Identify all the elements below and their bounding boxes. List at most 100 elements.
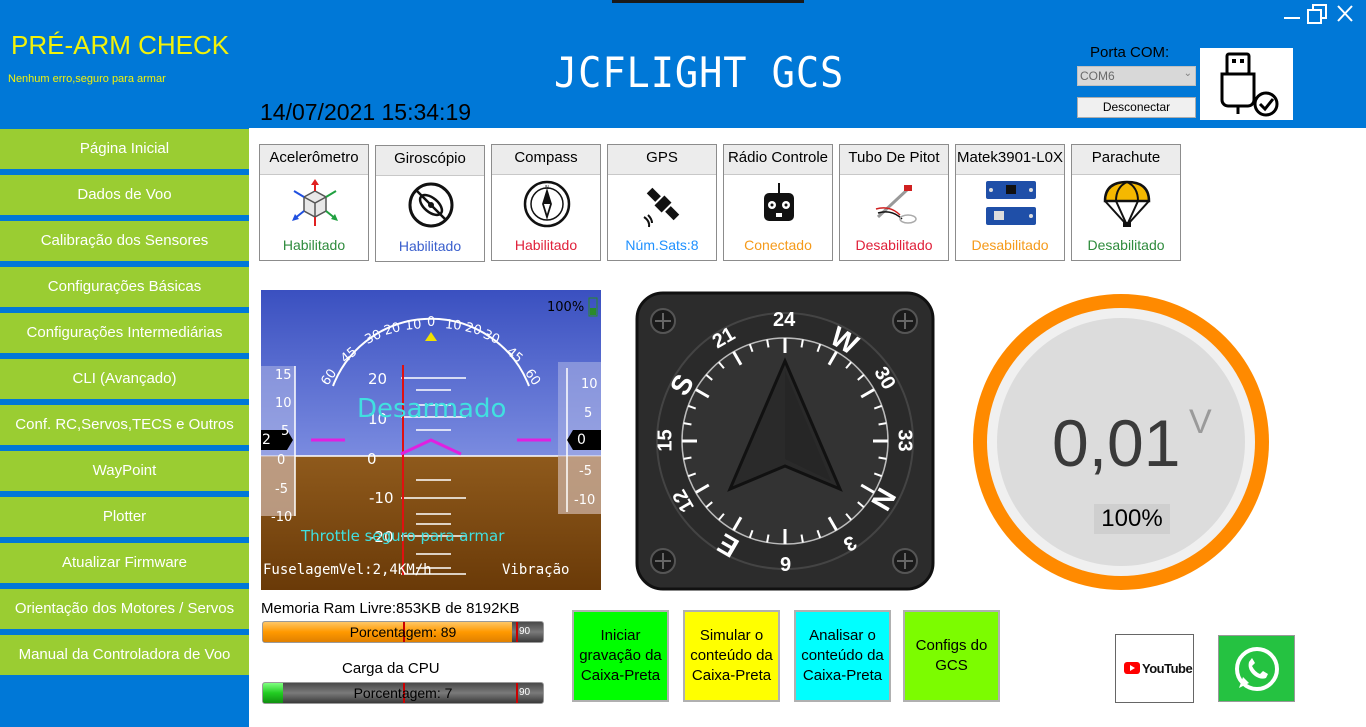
sidebar-item-config-intermediarias[interactable]: Configurações Intermediárias xyxy=(0,313,249,353)
roll-label: 0 xyxy=(427,315,436,330)
sidebar-item-plotter[interactable]: Plotter xyxy=(0,497,249,537)
roll-label: 10 xyxy=(444,317,463,334)
com-port-value: COM6 xyxy=(1080,69,1115,83)
sensor-card-parachute: Parachute Desabilitado xyxy=(1071,144,1181,261)
vibration-text: Vibração xyxy=(502,562,570,578)
sensor-status: Núm.Sats:8 xyxy=(625,237,699,253)
compass-tick xyxy=(766,339,770,348)
right-tape-label: 5 xyxy=(584,406,593,421)
whatsapp-button[interactable] xyxy=(1218,635,1295,702)
left-tape-label: 5 xyxy=(281,424,290,439)
header: PRÉ-ARM CHECK Nenhum erro,seguro para ar… xyxy=(0,0,1366,128)
voltage-value: 0,01 xyxy=(1052,406,1181,480)
cpu-progress-bar: 90 Porcentagem: 7 xyxy=(262,682,544,704)
simulate-blackbox-button[interactable]: Simular o conteúdo da Caixa-Preta xyxy=(683,610,780,702)
sensor-status: Habilitado xyxy=(514,237,578,253)
pitch-label: -10 xyxy=(369,489,394,507)
compass-tick xyxy=(800,534,804,543)
right-tape-label: -10 xyxy=(574,493,596,508)
compass-tick xyxy=(683,456,692,460)
sensor-card-pitot: Tubo De Pitot Desabilitado xyxy=(839,144,949,261)
pitch-label: 20 xyxy=(368,370,388,388)
left-tape-label: 0 xyxy=(277,453,286,468)
sensor-card-gyroscope: Giroscópio Habilitado xyxy=(375,145,485,262)
app-title: JCFLIGHT GCS xyxy=(554,48,845,97)
sensor-title: GPS xyxy=(608,145,716,175)
voltage-gauge: 0,01 V 100% xyxy=(972,293,1270,591)
sidebar-item-atualizar-firmware[interactable]: Atualizar Firmware xyxy=(0,543,249,583)
sidebar-item-pagina-inicial[interactable]: Página Inicial xyxy=(0,129,249,169)
compass-tick xyxy=(683,422,692,426)
sidebar-item-orientacao-motores[interactable]: Orientação dos Motores / Servos xyxy=(0,589,249,629)
cpu-progress-text: Porcentagem: 7 xyxy=(353,685,453,701)
pitch-label: 0 xyxy=(367,450,377,468)
sensor-card-gps: GPS Núm.Sats:8 xyxy=(607,144,717,261)
sensor-title: Acelerômetro xyxy=(260,145,368,175)
sensor-status: Habilitado xyxy=(398,238,462,254)
throttle-message: Throttle seguro para armar xyxy=(301,527,505,545)
sidebar: Página Inicial Dados de Voo Calibração d… xyxy=(0,128,249,727)
radio-controller-icon xyxy=(764,183,794,221)
analyze-blackbox-button[interactable]: Analisar o conteúdo da Caixa-Preta xyxy=(794,610,891,702)
sidebar-item-waypoint[interactable]: WayPoint xyxy=(0,451,249,491)
sensor-status: Desabilitado xyxy=(855,237,933,253)
sidebar-item-conf-rc[interactable]: Conf. RC,Servos,TECS e Outros xyxy=(0,405,249,445)
arm-state-text: Desarmado xyxy=(357,394,507,424)
sensor-title: Compass xyxy=(492,145,600,175)
whatsapp-icon xyxy=(1235,647,1279,691)
roll-label: 10 xyxy=(404,317,423,334)
youtube-button[interactable]: YouTube xyxy=(1115,634,1194,703)
cpu-label: Carga da CPU xyxy=(342,660,440,677)
sidebar-item-manual[interactable]: Manual da Controladora de Voo xyxy=(0,635,249,675)
ram-progress-text: Porcentagem: 89 xyxy=(349,624,457,640)
sensor-card-compass: Compass N Habilitado xyxy=(491,144,601,261)
ram-label: Memoria Ram Livre:853KB de 8192KB xyxy=(261,600,520,617)
parachute-icon xyxy=(1103,180,1151,227)
svg-text:N: N xyxy=(545,185,549,191)
compass-label: 6 xyxy=(780,552,792,574)
compass-label: 15 xyxy=(654,429,677,452)
gcs-configs-button[interactable]: Configs do GCS xyxy=(903,610,1000,702)
compass-icon: N xyxy=(523,180,571,228)
left-tape-label: -5 xyxy=(275,482,288,497)
sensor-title: Giroscópio xyxy=(376,146,484,176)
sidebar-item-dados-de-voo[interactable]: Dados de Voo xyxy=(0,175,249,215)
disconnect-button[interactable]: Desconectar xyxy=(1077,97,1196,118)
attitude-indicator: 60 45 30 20 10 0 10 20 30 45 60 20 10 0 … xyxy=(261,290,601,590)
sensor-card-radio: Rádio Controle Conectado xyxy=(723,144,833,261)
title-bar-indicator xyxy=(612,0,804,3)
battery-percent: 100% xyxy=(547,300,585,315)
sidebar-item-config-basicas[interactable]: Configurações Básicas xyxy=(0,267,249,307)
sensor-status: Conectado xyxy=(744,237,812,253)
compass-label: 33 xyxy=(893,429,916,452)
sidebar-item-cli[interactable]: CLI (Avançado) xyxy=(0,359,249,399)
compass-label: 24 xyxy=(773,309,796,331)
pitot-tube-icon xyxy=(875,185,917,224)
right-tape-label: 10 xyxy=(581,377,598,392)
chevron-down-icon: ⌄ xyxy=(1183,68,1192,79)
app-window: PRÉ-ARM CHECK Nenhum erro,seguro para ar… xyxy=(0,0,1366,727)
gyroscope-icon xyxy=(408,182,454,228)
datetime-display: 14/07/2021 15:34:19 xyxy=(260,99,472,125)
minimize-icon[interactable] xyxy=(1280,2,1306,26)
satellite-icon xyxy=(643,187,680,228)
restore-icon[interactable] xyxy=(1305,2,1331,26)
optical-flow-board-icon xyxy=(986,181,1036,225)
sensor-card-accelerometer: Acelerômetro Habilitado xyxy=(259,144,369,261)
youtube-label: YouTube xyxy=(1142,661,1193,676)
usb-connected-icon xyxy=(1200,48,1293,120)
battery-percent-text: 100% xyxy=(1094,504,1170,534)
sensor-title: Rádio Controle xyxy=(724,145,832,175)
start-blackbox-recording-button[interactable]: Iniciar gravação da Caixa-Preta xyxy=(572,610,669,702)
left-tape-label: -10 xyxy=(271,510,293,525)
compass-tick xyxy=(878,456,887,460)
accelerometer-icon xyxy=(292,179,338,226)
prearm-status-text: Nenhum erro,seguro para armar xyxy=(8,73,166,85)
sensor-status: Desabilitado xyxy=(1087,237,1165,253)
close-icon[interactable] xyxy=(1334,2,1360,26)
heading-compass: 24 W 30 33 N 3 6 E 12 15 S 21 xyxy=(635,291,935,591)
sidebar-item-calibracao[interactable]: Calibração dos Sensores xyxy=(0,221,249,261)
left-tape-label: 15 xyxy=(275,368,292,383)
com-port-select[interactable]: COM6 ⌄ xyxy=(1077,66,1196,86)
sensor-status: Desabilitado xyxy=(971,237,1049,253)
